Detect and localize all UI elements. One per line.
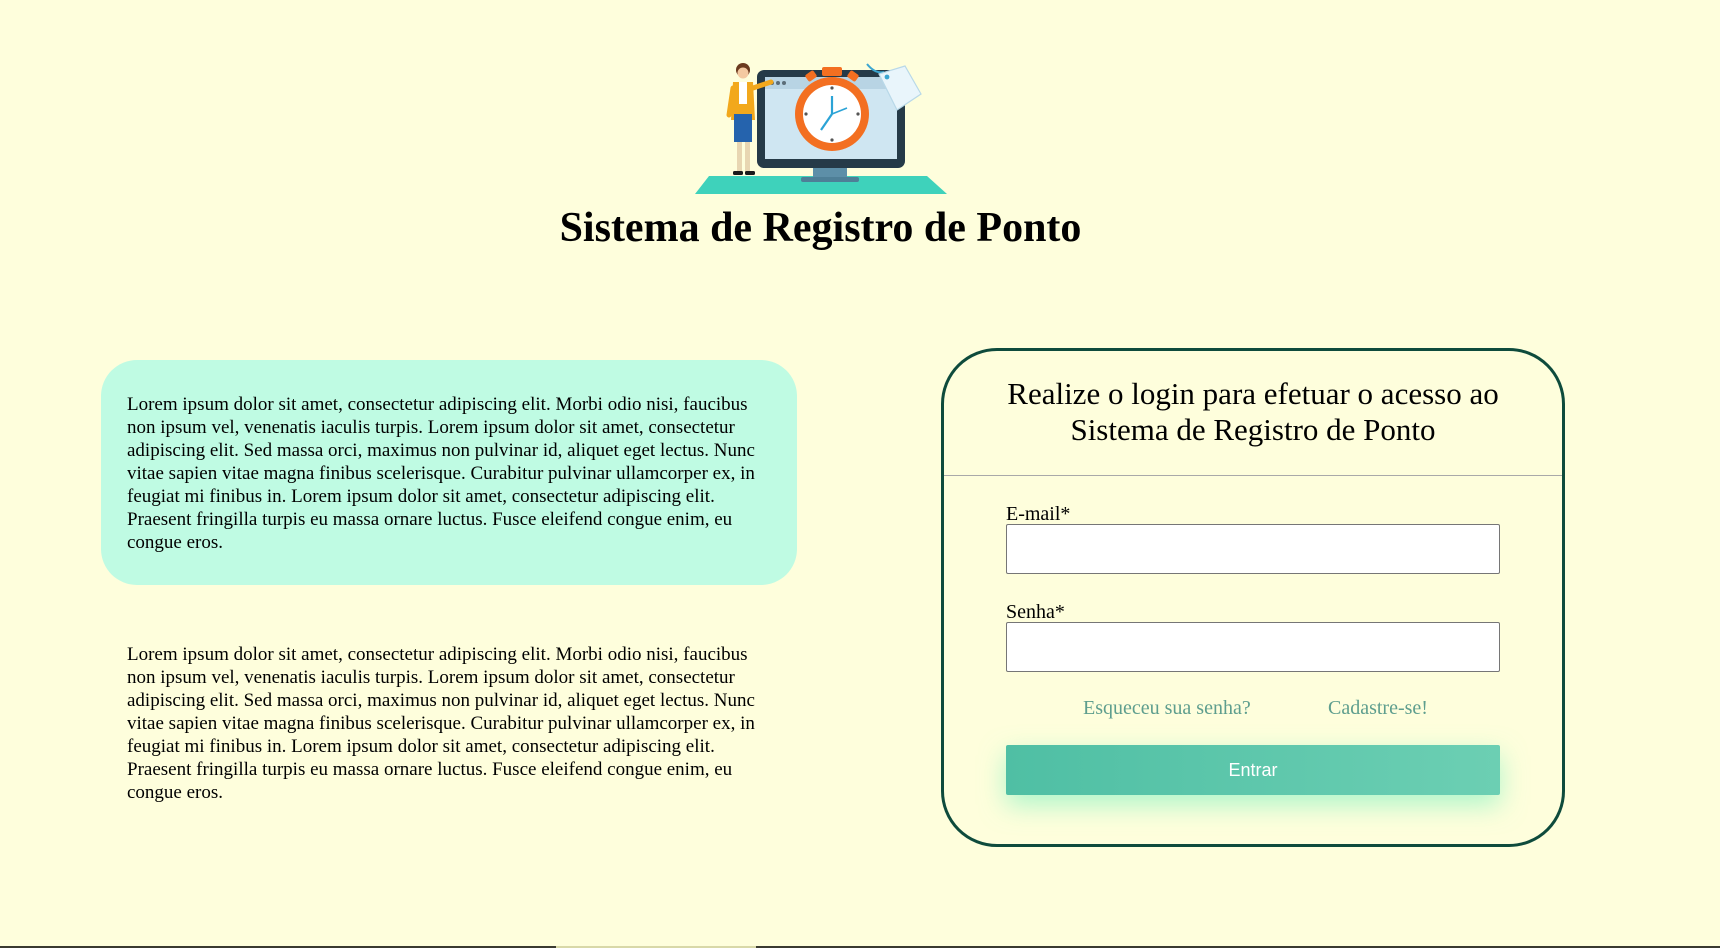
signup-link[interactable]: Cadastre-se! [1328, 697, 1428, 719]
forgot-password-link[interactable]: Esqueceu sua senha? [1083, 697, 1251, 719]
timekeeping-illustration [695, 63, 947, 194]
info-highlight-box: Lorem ipsum dolor sit amet, consectetur … [101, 360, 797, 585]
password-label: Senha* [1006, 601, 1065, 623]
login-divider [944, 475, 1562, 476]
email-label: E-mail* [1006, 503, 1071, 525]
page-title: Sistema de Registro de Ponto [559, 205, 1082, 251]
info-highlight-text: Lorem ipsum dolor sit amet, consectetur … [127, 394, 755, 553]
info-plain-text: Lorem ipsum dolor sit amet, consectetur … [127, 644, 755, 803]
email-field[interactable] [1006, 524, 1500, 574]
password-field[interactable] [1006, 622, 1500, 672]
login-button[interactable]: Entrar [1006, 745, 1500, 795]
info-plain-section: Lorem ipsum dolor sit amet, consectetur … [101, 610, 797, 804]
login-card: Realize o login para efetuar o acesso ao… [941, 348, 1565, 847]
login-heading: Realize o login para efetuar o acesso ao… [1007, 376, 1499, 447]
